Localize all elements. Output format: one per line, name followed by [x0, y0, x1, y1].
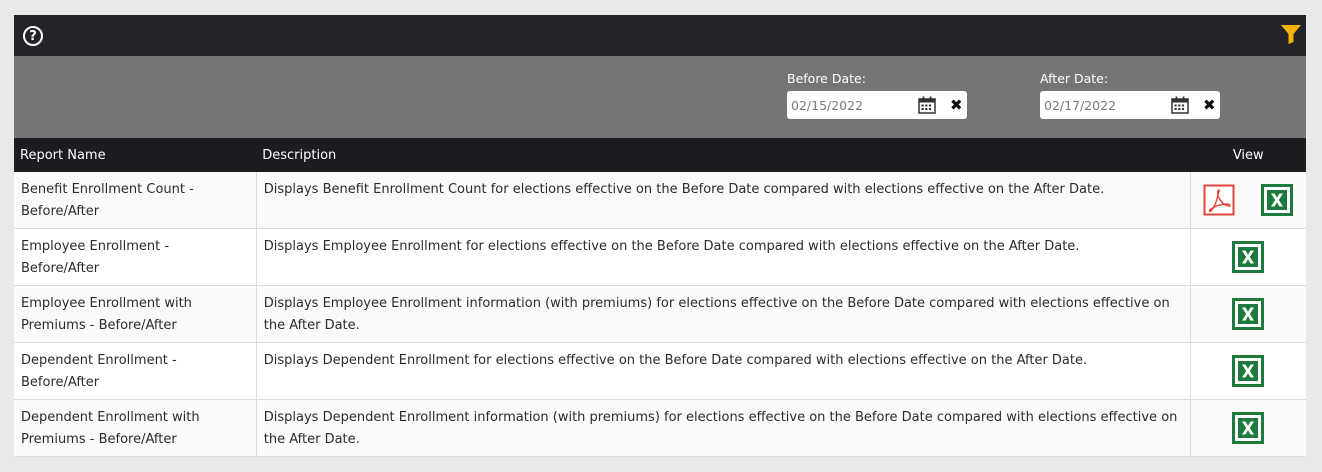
report-name-header: Report Name: [14, 138, 257, 172]
excel-icon[interactable]: [1232, 355, 1265, 387]
description-cell: Displays Dependent Enrollment for electi…: [256, 342, 1191, 400]
table-row: Employee Enrollment - Before/After Displ…: [14, 228, 1306, 286]
description-cell: Displays Employee Enrollment for electio…: [256, 228, 1191, 286]
table-header-row: Report Name Description View: [14, 138, 1306, 172]
view-cell: [1190, 342, 1306, 400]
excel-icon[interactable]: [1261, 184, 1294, 216]
after-date-label: After Date:: [1040, 71, 1109, 86]
table-row: Benefit Enrollment Count - Before/After …: [14, 172, 1306, 229]
report-name-cell: Employee Enrollment with Premiums - Befo…: [14, 285, 257, 343]
view-cell: [1190, 172, 1306, 229]
table-row: Dependent Enrollment with Premiums - Bef…: [14, 399, 1306, 457]
after-date-input[interactable]: [1044, 95, 1168, 115]
reports-table: Report Name Description View Benefit Enr…: [14, 138, 1306, 457]
excel-icon[interactable]: [1232, 298, 1265, 330]
before-date-group: Before Date: ✖: [787, 71, 967, 119]
before-date-picker: ✖: [787, 91, 967, 119]
table-row: Dependent Enrollment - Before/After Disp…: [14, 342, 1306, 400]
clear-date-icon[interactable]: ✖: [1203, 94, 1216, 116]
description-cell: Displays Benefit Enrollment Count for el…: [256, 172, 1191, 229]
view-cell: [1190, 285, 1306, 343]
view-cell: [1190, 228, 1306, 286]
clear-date-icon[interactable]: ✖: [950, 94, 963, 116]
after-date-picker: ✖: [1040, 91, 1220, 119]
table-row: Employee Enrollment with Premiums - Befo…: [14, 285, 1306, 343]
pdf-icon[interactable]: [1203, 184, 1235, 216]
view-header: View: [1190, 138, 1306, 172]
report-name-cell: Employee Enrollment - Before/After: [14, 228, 257, 286]
excel-icon[interactable]: [1232, 412, 1265, 444]
description-cell: Displays Dependent Enrollment informatio…: [256, 399, 1191, 457]
report-name-cell: Dependent Enrollment with Premiums - Bef…: [14, 399, 257, 457]
report-name-cell: Benefit Enrollment Count - Before/After: [14, 172, 257, 229]
before-date-input[interactable]: [791, 95, 915, 115]
top-toolbar: ?: [14, 15, 1306, 56]
after-date-group: After Date: ✖: [1040, 71, 1220, 119]
description-header: Description: [256, 138, 1191, 172]
view-cell: [1190, 399, 1306, 457]
description-cell: Displays Employee Enrollment information…: [256, 285, 1191, 343]
date-filter-bar: Before Date: ✖ After Date:: [14, 56, 1306, 138]
before-date-label: Before Date:: [787, 71, 866, 86]
excel-icon[interactable]: [1232, 241, 1265, 273]
calendar-icon[interactable]: [918, 96, 936, 114]
reports-panel: ? Before Date: ✖: [14, 15, 1306, 457]
help-icon[interactable]: ?: [23, 26, 43, 46]
calendar-icon[interactable]: [1171, 96, 1189, 114]
report-name-cell: Dependent Enrollment - Before/After: [14, 342, 257, 400]
filter-icon[interactable]: [1280, 23, 1302, 45]
